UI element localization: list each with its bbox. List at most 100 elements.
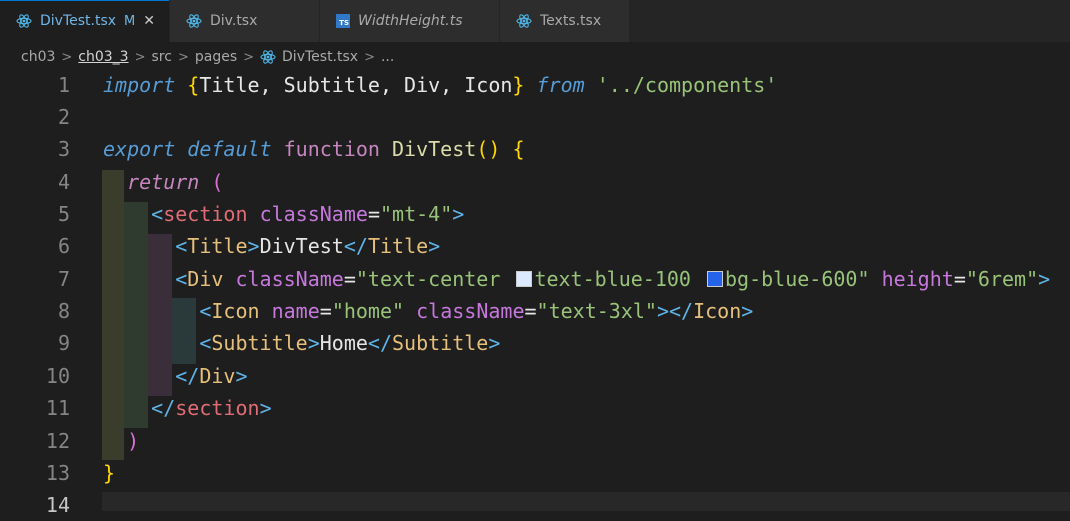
tab-texts[interactable]: Texts.tsx (500, 0, 630, 42)
token-string: "text-3xl" (536, 299, 657, 323)
token-keyword: export (103, 137, 176, 161)
token-brace: { (187, 73, 200, 97)
token-component: Title (187, 234, 248, 258)
code-line: 11 </section> (0, 392, 1070, 424)
token-punctuation: > (235, 364, 248, 388)
token-keyword: from (536, 73, 585, 97)
line-number: 2 (57, 105, 70, 129)
token-punctuation: < (175, 234, 188, 258)
tab-label: DivTest.tsx (40, 13, 117, 29)
breadcrumb-item-file[interactable]: DivTest.tsx (282, 49, 358, 65)
token-keyword: function (283, 137, 380, 161)
line-number: 8 (57, 299, 70, 323)
token-punctuation: </ (175, 364, 200, 388)
line-number: 6 (57, 234, 70, 258)
token-attribute: className (235, 267, 344, 291)
color-swatch[interactable] (516, 271, 533, 287)
line-number: 1 (57, 73, 70, 97)
tab-label: Div.tsx (210, 13, 258, 29)
line-number: 7 (57, 267, 70, 291)
token-keyword: return (127, 170, 200, 194)
token-punctuation: > (428, 234, 441, 258)
code-line: 1 import {Title, Subtitle, Div, Icon} fr… (0, 69, 1070, 101)
token-punctuation: </ (343, 234, 368, 258)
token-attribute: height (881, 267, 954, 291)
token-brace: } (512, 73, 525, 97)
code-line: 4 return ( (0, 166, 1070, 198)
close-icon[interactable]: ✕ (143, 13, 155, 29)
modified-badge: M (124, 13, 136, 29)
token-string: '../components' (596, 73, 778, 97)
react-icon (186, 13, 202, 29)
token-component: Subtitle (392, 331, 489, 355)
breadcrumb-item-pages[interactable]: pages (195, 49, 237, 65)
breadcrumb-item-more[interactable]: ... (381, 49, 394, 65)
token-punctuation: </ (367, 331, 393, 355)
tab-widthheight[interactable]: TS WidthHeight.ts (320, 0, 500, 42)
token-string: text-blue-100 (534, 267, 704, 291)
token-string: "home" (331, 299, 405, 323)
token-punctuation: > (1038, 267, 1051, 291)
code-line: 8 <Icon name="home" className="text-3xl"… (0, 295, 1070, 327)
code-line: 2 (0, 101, 1070, 133)
token-attribute: className (416, 299, 525, 323)
chevron-right-icon: > (364, 49, 375, 65)
code-line: 13 } (0, 457, 1070, 489)
tab-div[interactable]: Div.tsx (170, 0, 320, 42)
color-swatch[interactable] (707, 271, 724, 287)
line-number: 3 (57, 137, 70, 161)
token-punctuation: < (199, 299, 212, 323)
token-brace: } (103, 461, 116, 485)
tab-divtest[interactable]: DivTest.tsx M ✕ (0, 0, 170, 42)
code-line: 14 (0, 489, 1070, 521)
token-punctuation: </ (669, 299, 694, 323)
token-keyword: import (103, 73, 176, 97)
tab-label: WidthHeight.ts (358, 13, 463, 29)
token-punctuation: < (199, 331, 212, 355)
token-component: Title (367, 234, 429, 258)
typescript-icon: TS (336, 14, 350, 28)
code-line: 12 ) (0, 425, 1070, 457)
token-tag: section (175, 396, 260, 420)
ts-icon-glyph: TS (336, 14, 350, 28)
line-number: 10 (45, 364, 70, 388)
token-brace: { (512, 137, 525, 161)
line-number: 12 (45, 429, 70, 453)
token-punctuation: > (307, 331, 320, 355)
chevron-right-icon: > (177, 49, 189, 65)
token-paren: ( (211, 170, 224, 194)
token-punctuation: < (175, 267, 188, 291)
token-punctuation: > (259, 396, 272, 420)
token-string: bg-blue-600" (725, 267, 870, 291)
token-text: Home (319, 331, 368, 355)
chevron-right-icon: > (243, 49, 255, 65)
token-punctuation: </ (151, 396, 176, 420)
breadcrumb-item-src[interactable]: src (152, 49, 172, 65)
token-identifiers: Title, Subtitle, Div, Icon (199, 73, 513, 97)
token-operator: = (367, 202, 380, 226)
token-punctuation: > (741, 299, 754, 323)
token-attribute: className (259, 202, 368, 226)
line-number: 4 (57, 170, 70, 194)
code-line: 3 export default function DivTest() { (0, 133, 1070, 165)
react-icon (260, 49, 276, 65)
code-line: 9 <Subtitle>Home</Subtitle> (0, 327, 1070, 359)
token-component: Div (199, 364, 236, 388)
token-keyword: default (187, 137, 272, 161)
breadcrumb-item-ch03-3[interactable]: ch03_3 (78, 49, 128, 65)
code-editor[interactable]: 1 import {Title, Subtitle, Div, Icon} fr… (0, 69, 1070, 517)
token-operator: = (524, 299, 537, 323)
token-attribute: name (271, 299, 320, 323)
breadcrumb: ch03 > ch03_3 > src > pages > DivTest.ts… (21, 42, 394, 72)
breadcrumb-item-ch03[interactable]: ch03 (21, 49, 55, 65)
token-string: "6rem" (965, 267, 1039, 291)
token-operator: = (343, 267, 356, 291)
token-punctuation: < (151, 202, 164, 226)
token-punctuation: > (488, 331, 501, 355)
chevron-right-icon: > (61, 49, 73, 65)
code-line: 7 <Div className="text-center text-blue-… (0, 263, 1070, 295)
react-icon (516, 13, 532, 29)
token-paren: () (476, 137, 501, 161)
line-number: 5 (57, 202, 70, 226)
line-number: 14 (45, 493, 70, 517)
